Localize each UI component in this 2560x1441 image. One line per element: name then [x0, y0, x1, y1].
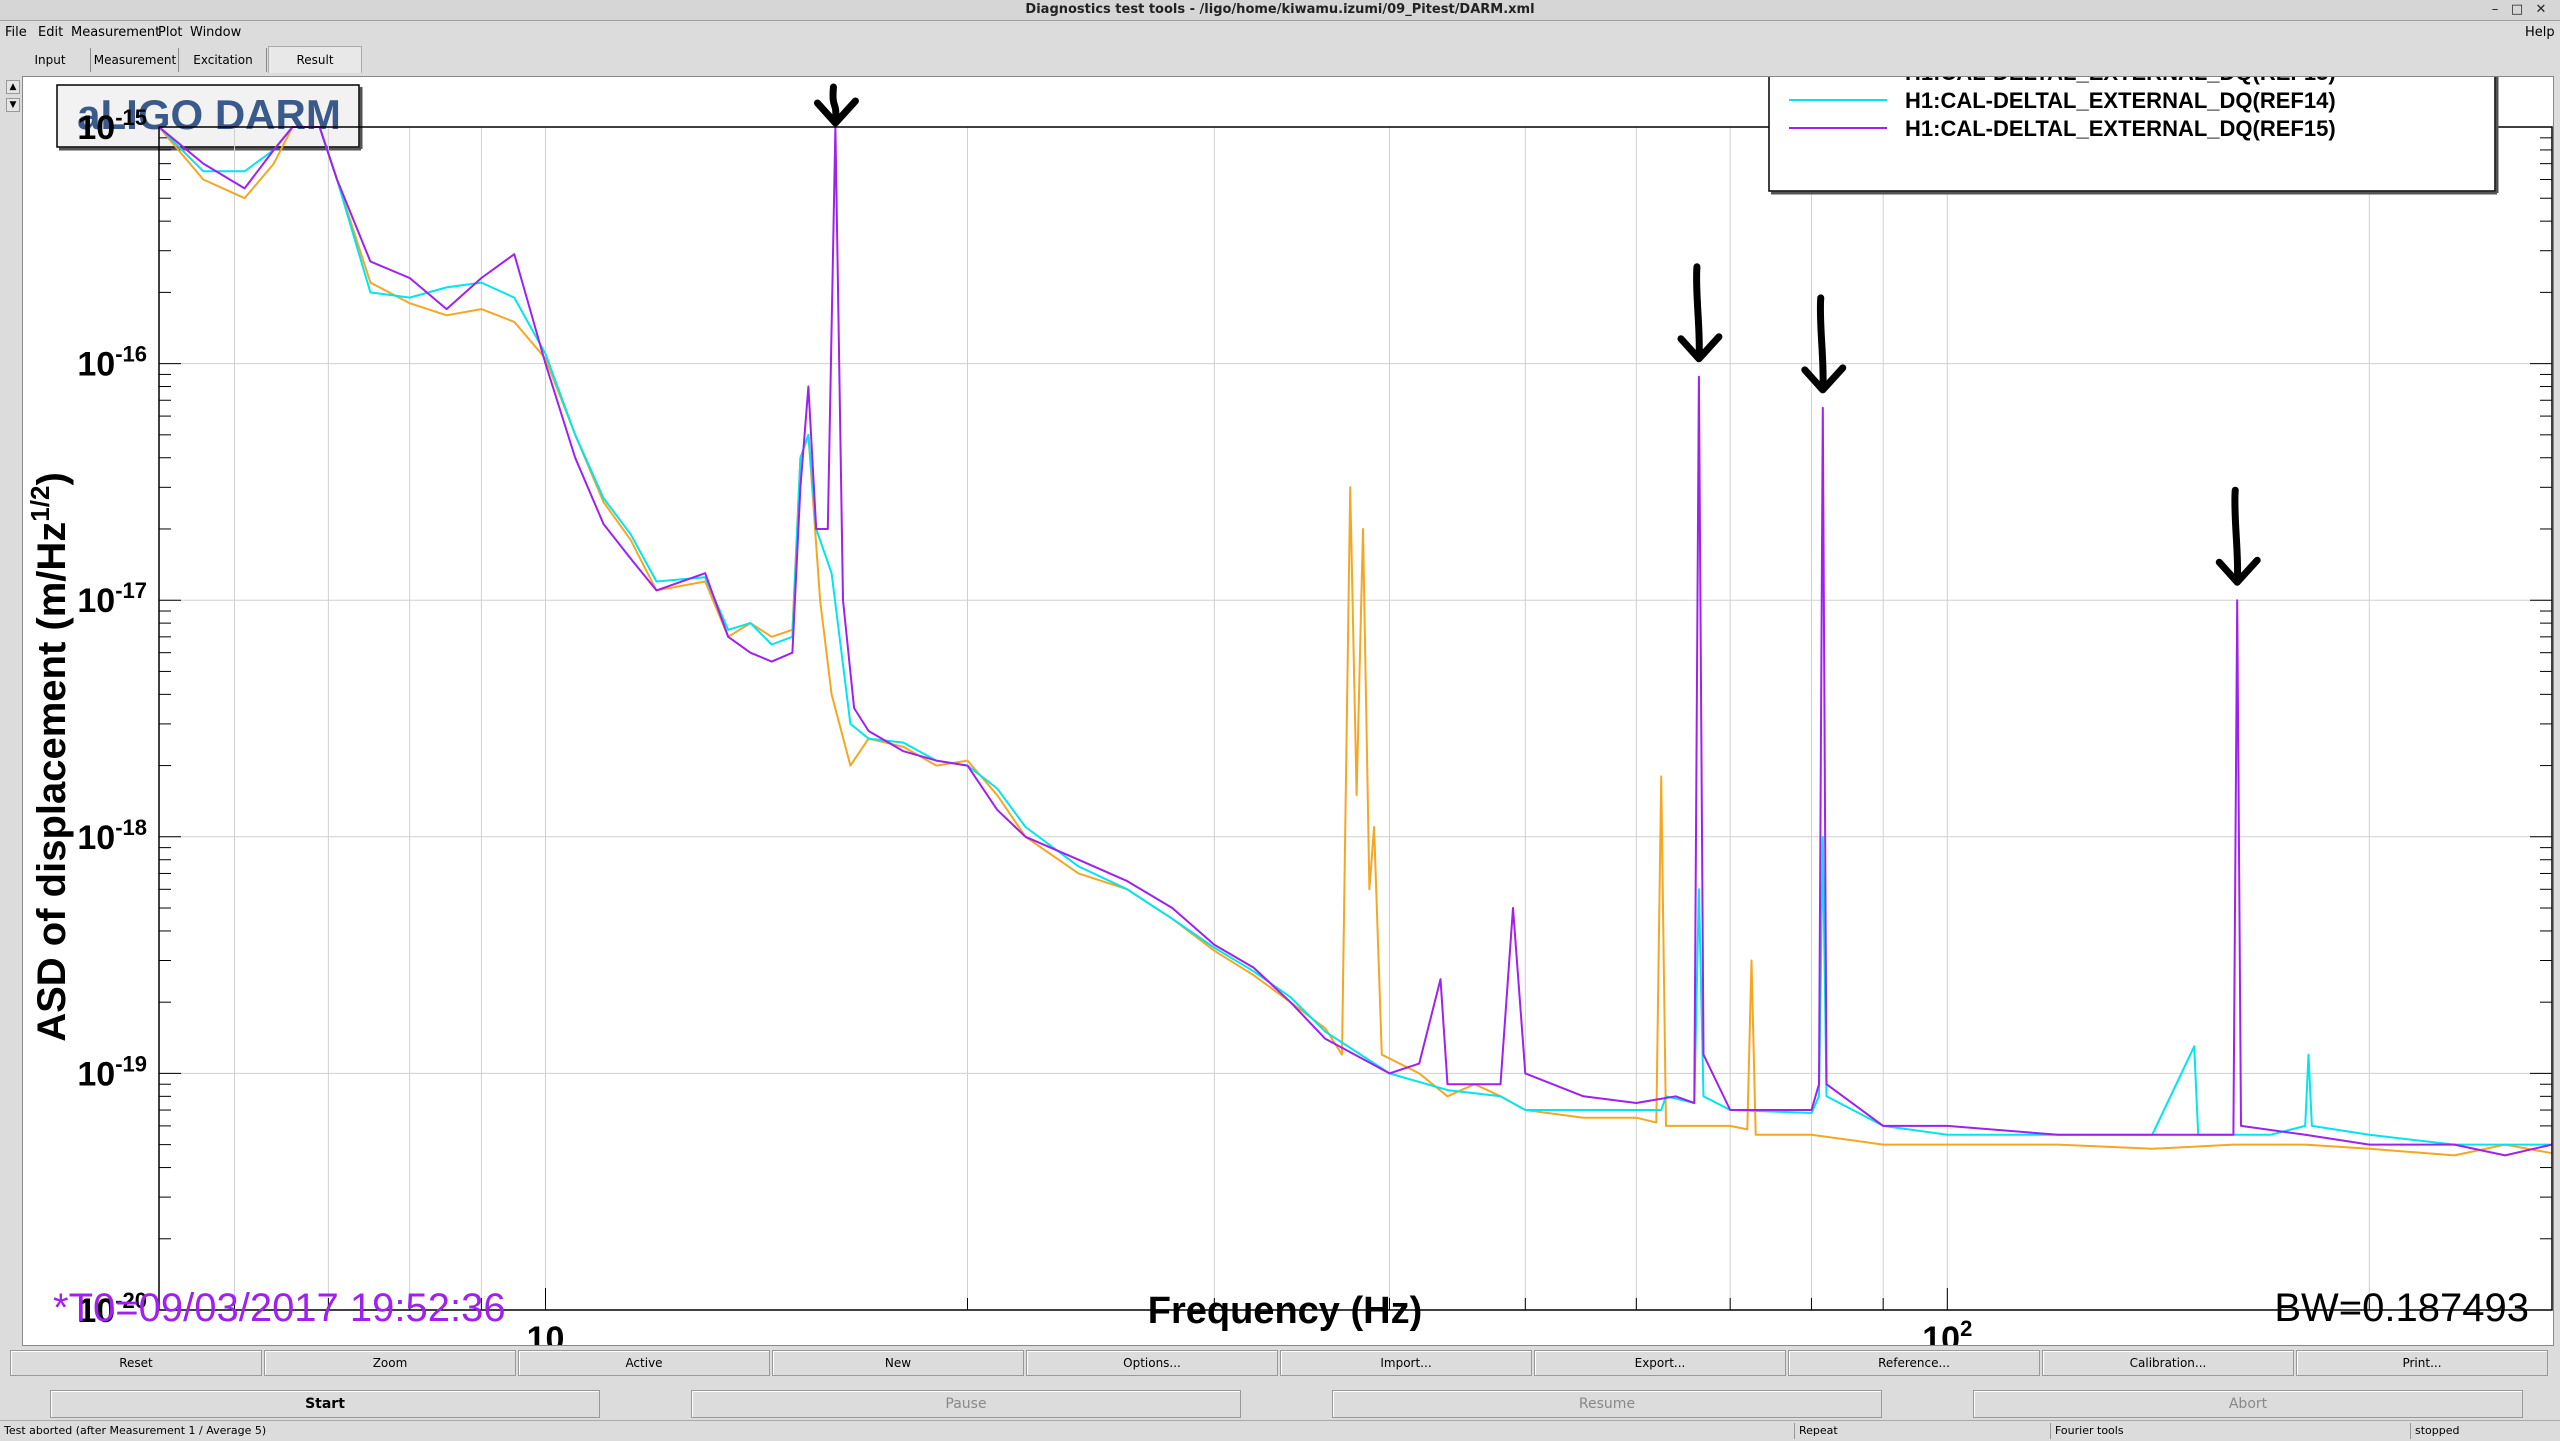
- chart-ticks: 10-1510-1610-1710-1810-1910-2010 102: [77, 105, 2552, 1358]
- annotation-arrow-3: [1801, 294, 1847, 394]
- calibration-button[interactable]: Calibration...: [2042, 1350, 2294, 1376]
- menu-file[interactable]: File: [5, 25, 27, 40]
- annotation-arrow-4: [2215, 486, 2261, 586]
- menu-plot[interactable]: Plot: [158, 25, 183, 40]
- options-button[interactable]: Options...: [1026, 1350, 1278, 1376]
- pause-button[interactable]: Pause: [691, 1390, 1241, 1418]
- legend-label-2: H1:CAL-DELTAL_EXTERNAL_DQ(REF14): [1905, 88, 2336, 113]
- bandwidth-label: BW=0.187493: [2274, 1286, 2529, 1330]
- plot-canvas: aLIGO DARM 10-15 10-16 10-17 10-18 10-19 10-2…: [22, 54, 2554, 1358]
- print-button[interactable]: Print...: [2296, 1350, 2548, 1376]
- annotation-arrow-1: [813, 83, 859, 127]
- zoom-button[interactable]: Zoom: [264, 1350, 516, 1376]
- window-title: Diagnostics test tools - /ligo/home/kiwa…: [1025, 2, 1535, 17]
- toolbar-row-2: Start Pause Resume Abort: [10, 1390, 2550, 1418]
- y-axis-label: ASD of displacement (m/Hz1/2): [25, 472, 74, 1042]
- scroll-up-arrow[interactable]: ▲: [6, 80, 20, 94]
- asd-chart: aLIGO DARM 10-1510-1610-1710-1810-1910-2…: [25, 54, 2553, 1358]
- series-line-2: [158, 126, 2552, 1146]
- y-tick-label: 10-17: [77, 578, 147, 620]
- reference-button[interactable]: Reference...: [1788, 1350, 2040, 1376]
- abort-button[interactable]: Abort: [1973, 1390, 2523, 1418]
- window-titlebar: Diagnostics test tools - /ligo/home/kiwa…: [0, 0, 2560, 21]
- menu-window[interactable]: Window: [190, 25, 241, 40]
- t0-label: *T0=09/03/2017 19:52:36: [53, 1286, 506, 1330]
- legend-label-1: H1:CAL-DELTAL_EXTERNAL_DQ(REF13): [1905, 77, 2336, 85]
- maximize-button[interactable]: □: [2508, 2, 2526, 17]
- menu-edit[interactable]: Edit: [38, 25, 63, 40]
- tab-excitation[interactable]: Excitation: [180, 48, 267, 72]
- y-tick-label: 10-19: [77, 1051, 147, 1093]
- y-tick-label: 10-18: [77, 815, 147, 857]
- tab-measurement[interactable]: Measurement: [92, 48, 179, 72]
- status-bar: Test aborted (after Measurement 1 / Aver…: [0, 1420, 2560, 1441]
- tab-result[interactable]: Result: [268, 46, 362, 73]
- new-button[interactable]: New: [772, 1350, 1024, 1376]
- x-tick-label: 102: [1922, 1316, 1972, 1345]
- y-tick-label: 10-16: [77, 342, 147, 384]
- chart-legend: H1:CAL-DELTAL_EXTERNAL_DQ(REF13) H1:CAL-D…: [1768, 54, 2499, 195]
- tab-bar: Input Measurement Excitation Result: [0, 46, 2560, 74]
- series-line-1: [158, 126, 2553, 1157]
- tab-input[interactable]: Input: [10, 48, 91, 72]
- active-button[interactable]: Active: [518, 1350, 770, 1376]
- series-line-3: [158, 126, 2553, 1157]
- status-repeat: Repeat: [1794, 1423, 1838, 1439]
- close-button[interactable]: ✕: [2532, 2, 2550, 17]
- start-button[interactable]: Start: [50, 1390, 600, 1418]
- annotation-arrow-2: [1677, 263, 1723, 363]
- menu-help[interactable]: Help: [2525, 25, 2555, 40]
- chart-series: [158, 126, 2553, 1157]
- status-fourier: Fourier tools: [2050, 1423, 2124, 1439]
- legend-label-3: H1:CAL-DELTAL_EXTERNAL_DQ(REF15): [1905, 116, 2336, 141]
- reset-button[interactable]: Reset: [10, 1350, 262, 1376]
- menu-bar: File Edit Measurement Plot Window Help: [0, 21, 2560, 46]
- x-axis-label: Frequency (Hz): [1148, 1290, 1422, 1332]
- toolbar-row-1: Reset Zoom Active New Options... Import... Exp…: [10, 1350, 2550, 1376]
- minimize-button[interactable]: –: [2486, 2, 2504, 17]
- scroll-down-arrow[interactable]: ▼: [6, 98, 20, 112]
- status-state: stopped: [2410, 1423, 2460, 1439]
- resume-button[interactable]: Resume: [1332, 1390, 1882, 1418]
- menu-measurement[interactable]: Measurement: [71, 25, 160, 40]
- import-button[interactable]: Import...: [1280, 1350, 1532, 1376]
- export-button[interactable]: Export...: [1534, 1350, 1786, 1376]
- status-message: Test aborted (after Measurement 1 / Aver…: [4, 1424, 267, 1437]
- x-tick-label: 10: [527, 1320, 565, 1345]
